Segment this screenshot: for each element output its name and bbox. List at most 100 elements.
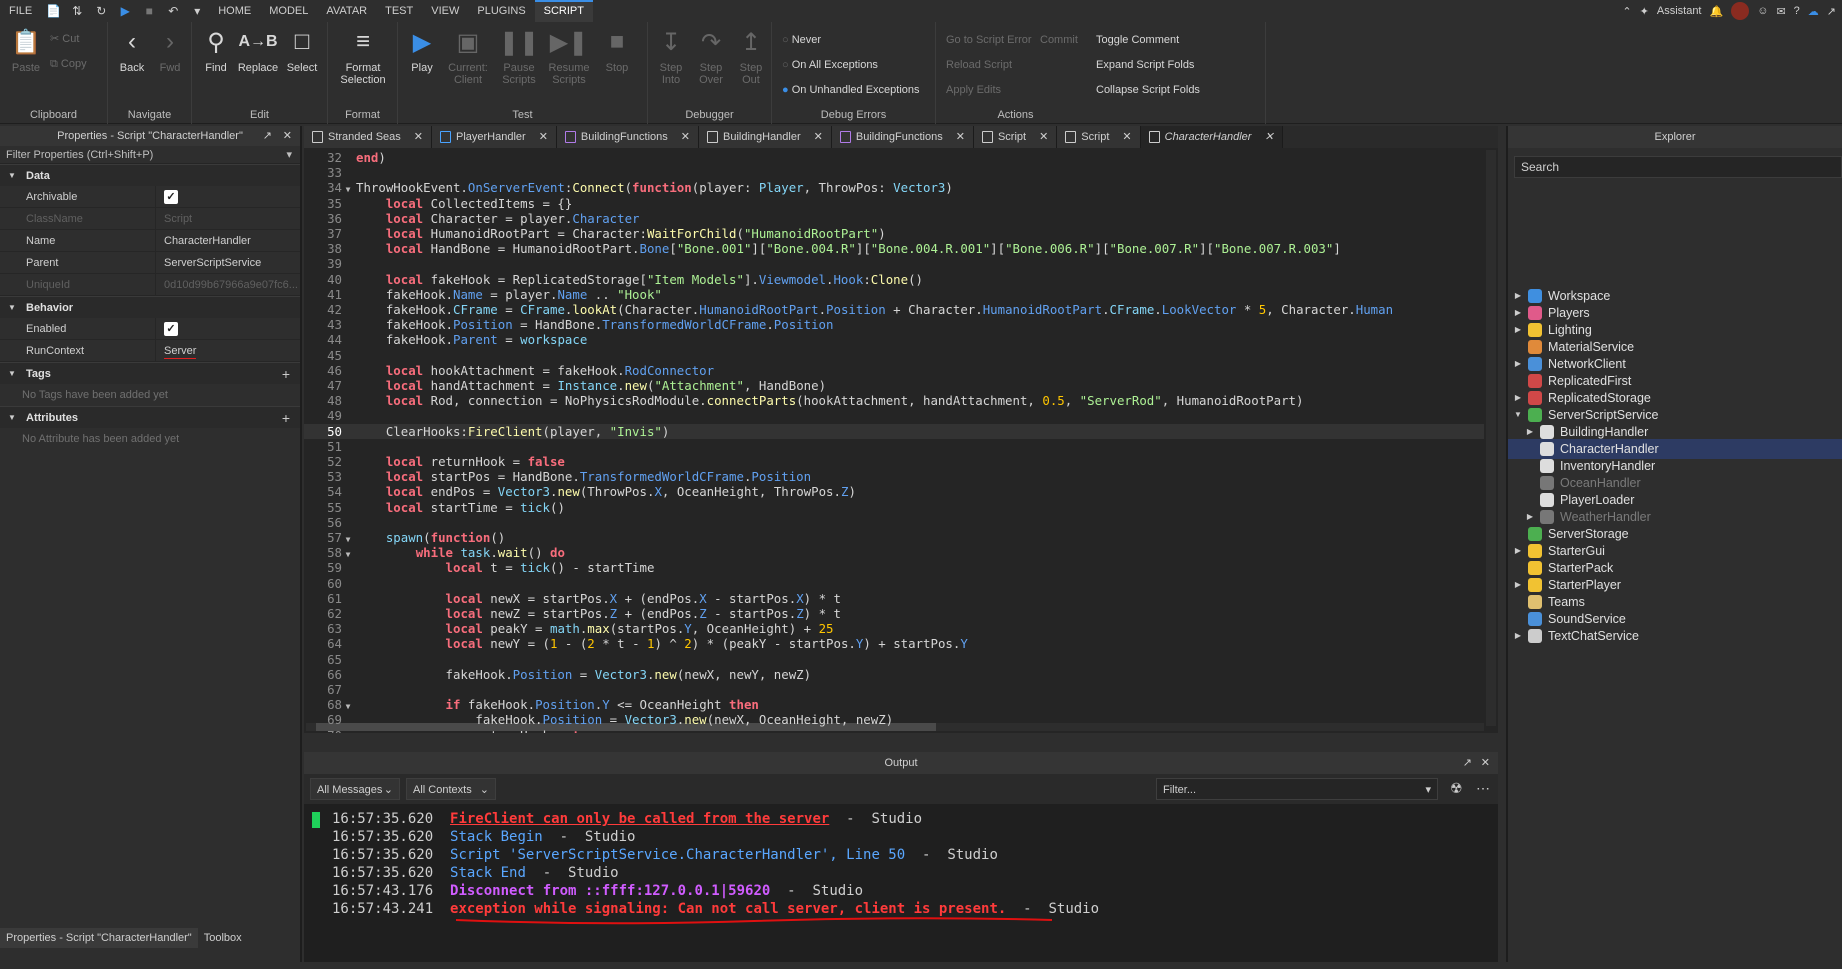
parent-field[interactable]: ServerScriptService bbox=[156, 252, 300, 273]
editor-tab[interactable]: PlayerHandler ✕ bbox=[432, 126, 557, 148]
assistant-icon[interactable]: ✦ bbox=[1640, 5, 1649, 18]
go-to-script-error-button[interactable]: Go to Script Error bbox=[946, 34, 1032, 46]
tab-properties[interactable]: Properties - Script "CharacterHandler" bbox=[0, 928, 198, 948]
close-tab-icon[interactable]: ✕ bbox=[539, 126, 548, 148]
code-line[interactable]: 53 local startPos = HandBone.Transformed… bbox=[304, 469, 1484, 484]
paste-button[interactable]: 📋 Paste bbox=[8, 26, 44, 75]
code-line[interactable]: 49 bbox=[304, 408, 1484, 423]
stop-quick-icon[interactable]: ■ bbox=[142, 4, 156, 18]
close-tab-icon[interactable]: ✕ bbox=[814, 126, 823, 148]
code-line[interactable]: 54 local endPos = Vector3.new(ThrowPos.X… bbox=[304, 484, 1484, 499]
log-entry[interactable]: 16:57:35.620 Script 'ServerScriptService… bbox=[304, 846, 1498, 864]
code-line[interactable]: 32 end) bbox=[304, 150, 1484, 165]
code-line[interactable]: 43 fakeHook.Position = HandBone.Transfor… bbox=[304, 317, 1484, 332]
code-line[interactable]: 48 local Rod, connection = NoPhysicsRodM… bbox=[304, 393, 1484, 408]
code-line[interactable]: 61 local newX = startPos.X + (endPos.X -… bbox=[304, 591, 1484, 606]
code-line[interactable]: 58 ▼ while task.wait() do bbox=[304, 545, 1484, 560]
section-tags[interactable]: Tags+ bbox=[0, 362, 300, 385]
expand-script-folds-button[interactable]: Expand Script Folds bbox=[1096, 59, 1194, 71]
code-line[interactable]: 38 local HandBone = HumanoidRootPart.Bon… bbox=[304, 241, 1484, 256]
avatar[interactable] bbox=[1731, 2, 1750, 20]
editor-tab[interactable]: BuildingFunctions ✕ bbox=[831, 126, 974, 148]
close-tab-icon[interactable]: ✕ bbox=[1039, 126, 1048, 148]
code-line[interactable]: 59 local t = tick() - startTime bbox=[304, 560, 1484, 575]
reload-script-button[interactable]: Reload Script bbox=[946, 59, 1012, 71]
code-line[interactable]: 52 local returnHook = false bbox=[304, 454, 1484, 469]
chat-icon[interactable]: ✉ bbox=[1776, 5, 1785, 18]
commit-button[interactable]: Commit bbox=[1040, 34, 1078, 46]
never-radio[interactable]: ○ Never bbox=[782, 34, 821, 46]
toggle-comment-button[interactable]: Toggle Comment bbox=[1096, 34, 1179, 46]
refresh-icon[interactable]: ↻ bbox=[94, 4, 108, 18]
log-entry[interactable]: 16:57:35.620 Stack Begin - Studio bbox=[304, 828, 1498, 846]
play-quick-icon[interactable]: ▶ bbox=[118, 4, 132, 18]
enabled-checkbox[interactable]: ✓ bbox=[164, 322, 178, 336]
code-line[interactable]: 57 ▼ spawn(function() bbox=[304, 530, 1484, 545]
menu-plugins[interactable]: PLUGINS bbox=[468, 0, 534, 22]
close-tab-icon[interactable]: ✕ bbox=[414, 126, 423, 148]
code-line[interactable]: 39 bbox=[304, 256, 1484, 271]
code-line[interactable]: 69 fakeHook.Position = Vector3.new(newX,… bbox=[304, 712, 1484, 727]
help-icon[interactable]: ? bbox=[1794, 5, 1800, 17]
section-behavior[interactable]: Behavior bbox=[0, 296, 300, 319]
code-line[interactable]: 45 bbox=[304, 348, 1484, 363]
apply-edits-button[interactable]: Apply Edits bbox=[946, 84, 1001, 96]
menu-model[interactable]: MODEL bbox=[260, 0, 317, 22]
explorer-search-input[interactable]: Search bbox=[1514, 156, 1842, 178]
on-all-exceptions-radio[interactable]: ○ On All Exceptions bbox=[782, 59, 878, 71]
close-icon[interactable]: ✕ bbox=[283, 126, 292, 146]
code-line[interactable]: 55 local startTime = tick() bbox=[304, 500, 1484, 515]
forward-button[interactable]: › Fwd bbox=[154, 26, 186, 74]
log-entry[interactable]: 16:57:35.620 Stack End - Studio bbox=[304, 864, 1498, 882]
close-tab-icon[interactable]: ✕ bbox=[956, 126, 965, 148]
code-line[interactable]: 42 fakeHook.CFrame = CFrame.lookAt(Chara… bbox=[304, 302, 1484, 317]
close-icon[interactable]: ✕ bbox=[1481, 752, 1490, 774]
code-line[interactable]: 41 fakeHook.Name = player.Name .. "Hook" bbox=[304, 287, 1484, 302]
editor-tab[interactable]: BuildingHandler ✕ bbox=[698, 126, 832, 148]
select-button[interactable]: □ Select bbox=[284, 26, 320, 74]
cut-button[interactable]: ✂ Cut bbox=[50, 32, 79, 45]
code-line[interactable]: 50 ClearHooks:FireClient(player, "Invis"… bbox=[304, 423, 1484, 439]
close-tab-icon[interactable]: ✕ bbox=[1264, 126, 1273, 148]
notification-icon[interactable]: 🔔 bbox=[1710, 5, 1724, 18]
step-out-button[interactable]: ↥ Step Out bbox=[734, 26, 768, 87]
step-over-button[interactable]: ↷ Step Over bbox=[694, 26, 728, 87]
code-line[interactable]: 46 local hookAttachment = fakeHook.RodCo… bbox=[304, 363, 1484, 378]
menu-file[interactable]: FILE bbox=[0, 0, 41, 22]
resume-scripts-button[interactable]: ▶❚ Resume Scripts bbox=[546, 26, 592, 87]
editor-tab[interactable]: Script ✕ bbox=[973, 126, 1058, 148]
code-line[interactable]: 62 local newZ = startPos.Z + (endPos.Z -… bbox=[304, 606, 1484, 621]
code-line[interactable]: 66 fakeHook.Position = Vector3.new(newX,… bbox=[304, 667, 1484, 682]
pause-scripts-button[interactable]: ❚❚ Pause Scripts bbox=[498, 26, 540, 87]
code-line[interactable]: 64 local newY = (1 - (2 * t - 1) ^ 2) * … bbox=[304, 636, 1484, 651]
code-line[interactable]: 65 bbox=[304, 652, 1484, 667]
editor-tab[interactable]: CharacterHandler ✕ bbox=[1140, 126, 1283, 148]
add-attribute-icon[interactable]: + bbox=[282, 407, 290, 429]
name-field[interactable]: CharacterHandler bbox=[156, 230, 300, 251]
section-data[interactable]: Data bbox=[0, 164, 300, 187]
menu-script[interactable]: SCRIPT bbox=[534, 0, 593, 22]
log-entry[interactable]: 16:57:43.176 Disconnect from ::ffff:127.… bbox=[304, 882, 1498, 900]
undo-icon[interactable]: ↶ bbox=[166, 4, 180, 18]
current-client-button[interactable]: ▣ Current: Client bbox=[444, 26, 492, 87]
code-line[interactable]: 63 local peakY = math.max(startPos.Y, Oc… bbox=[304, 621, 1484, 636]
section-attributes[interactable]: Attributes+ bbox=[0, 406, 300, 429]
format-selection-button[interactable]: ≡ Format Selection bbox=[334, 26, 392, 86]
output-filter-input[interactable]: Filter... ▾ bbox=[1156, 778, 1438, 800]
code-line[interactable]: 68 ▼ if fakeHook.Position.Y <= OceanHeigh… bbox=[304, 697, 1484, 712]
new-file-icon[interactable]: 📄 bbox=[46, 4, 61, 18]
back-button[interactable]: ‹ Back bbox=[116, 26, 148, 74]
on-unhandled-exceptions-radio[interactable]: ● On Unhandled Exceptions bbox=[782, 84, 920, 96]
code-line[interactable]: 40 local fakeHook = ReplicatedStorage["I… bbox=[304, 272, 1484, 287]
code-line[interactable]: 60 bbox=[304, 576, 1484, 591]
stop-button[interactable]: ■ Stop bbox=[598, 26, 636, 74]
undock-icon[interactable]: ↗ bbox=[1463, 752, 1472, 774]
code-line[interactable]: 51 bbox=[304, 439, 1484, 454]
menu-avatar[interactable]: AVATAR bbox=[317, 0, 376, 22]
collapse-script-folds-button[interactable]: Collapse Script Folds bbox=[1096, 84, 1200, 96]
code-line[interactable]: 33 bbox=[304, 165, 1484, 180]
share-icon[interactable]: ↗ bbox=[1827, 5, 1836, 18]
editor-tab[interactable]: BuildingFunctions ✕ bbox=[556, 126, 699, 148]
menu-test[interactable]: TEST bbox=[376, 0, 422, 22]
step-into-button[interactable]: ↧ Step Into bbox=[654, 26, 688, 87]
